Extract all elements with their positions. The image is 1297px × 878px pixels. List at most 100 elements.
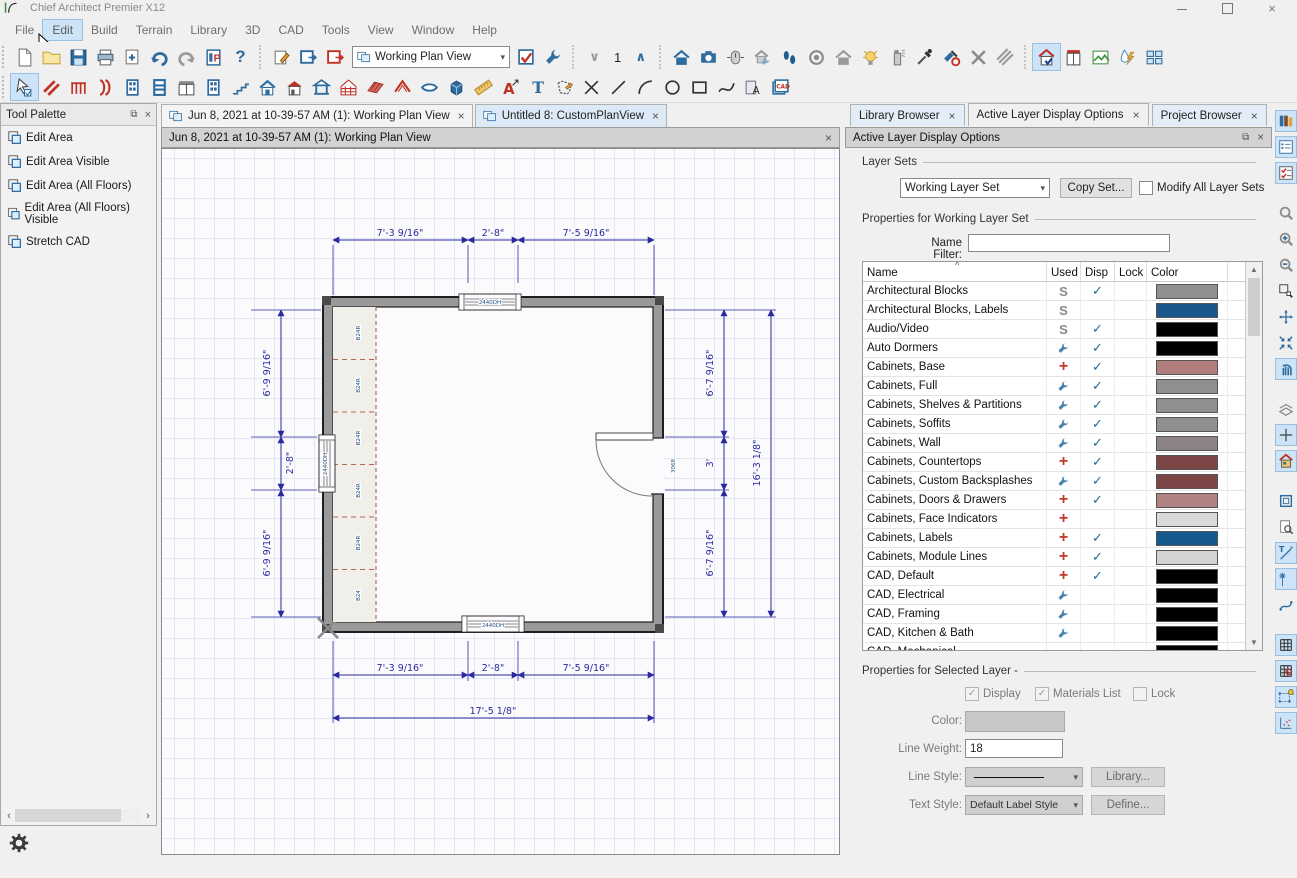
display-cell[interactable]: ✓ [1081, 472, 1115, 490]
lock-cell[interactable] [1115, 396, 1147, 414]
layer-display-options-button[interactable] [1276, 163, 1296, 183]
minimize-button[interactable] [1167, 3, 1197, 16]
plan-check-button[interactable] [1276, 517, 1296, 537]
lock-cell[interactable] [1115, 320, 1147, 338]
color-cell[interactable] [1147, 339, 1228, 357]
floor-plan[interactable]: B24R B24R B24R B24R B24R B24 2440DH 2 [162, 149, 841, 855]
tool-palette-item[interactable]: Edit Area (All Floors) Visible [1, 198, 156, 230]
tool-palette-item[interactable]: Stretch CAD [1, 230, 156, 254]
column-header-color[interactable]: Color [1147, 262, 1228, 281]
table-row[interactable]: CAD, Kitchen & Bath S + ✓ [863, 624, 1262, 643]
panel-tab[interactable]: Project Browser × [1152, 104, 1267, 126]
menu-item[interactable]: Tools [313, 20, 359, 40]
display-cell[interactable]: ✓ [1081, 605, 1115, 623]
material-painter-button[interactable] [938, 44, 965, 70]
lock-cell[interactable] [1115, 301, 1147, 319]
color-cell[interactable] [1147, 396, 1228, 414]
pan-window-button[interactable] [1276, 359, 1296, 379]
window-tools-button[interactable] [146, 74, 173, 100]
table-row[interactable]: Cabinets, Labels S + ✓ [863, 529, 1262, 548]
view-tools-button[interactable] [540, 44, 567, 70]
close-tab-icon[interactable]: × [1133, 108, 1140, 122]
display-cell[interactable]: ✓ [1081, 415, 1115, 433]
fill-window-button[interactable] [1276, 307, 1296, 327]
table-row[interactable]: CAD, Electrical S + ✓ [863, 586, 1262, 605]
zoom-in-button[interactable] [1276, 229, 1296, 249]
color-cell[interactable] [1147, 472, 1228, 490]
undo-button[interactable] [146, 44, 173, 70]
display-cell[interactable]: ✓ [1081, 643, 1115, 651]
wall-cabinet-button[interactable] [1060, 44, 1087, 70]
color-cell[interactable] [1147, 548, 1228, 566]
drawing-canvas[interactable]: B24R B24R B24R B24R B24R B24 2440DH 2 [161, 148, 840, 855]
define-button[interactable]: Define... [1091, 795, 1165, 815]
roof-tools-button[interactable] [389, 74, 416, 100]
line-weight-input[interactable]: 18 [965, 739, 1063, 758]
eyedropper-button[interactable] [911, 44, 938, 70]
terrain-view-button[interactable] [1087, 44, 1114, 70]
text-block-button[interactable] [740, 74, 767, 100]
close-tab-icon[interactable]: × [652, 109, 659, 123]
camera-view-button[interactable] [668, 44, 695, 70]
color-cell[interactable] [1147, 624, 1228, 642]
curved-wall-button[interactable] [92, 74, 119, 100]
color-cell[interactable] [1147, 415, 1228, 433]
snap-grid-button[interactable] [1276, 661, 1296, 681]
materials-list-checkbox[interactable]: ✓ [1035, 687, 1049, 701]
arc-tool-button[interactable] [632, 74, 659, 100]
table-row[interactable]: Cabinets, Custom Backsplashes S + ✓ [863, 472, 1262, 491]
door-tools-button[interactable] [119, 74, 146, 100]
table-row[interactable]: Auto Dormers S + ✓ [863, 339, 1262, 358]
close-tab-icon[interactable]: × [458, 109, 465, 123]
display-cell[interactable]: ✓ [1081, 529, 1115, 547]
close-tab-icon[interactable]: × [1251, 109, 1258, 123]
menu-item[interactable]: Help [463, 20, 506, 40]
window-left[interactable]: 2440DH [319, 435, 335, 492]
close-view-icon[interactable]: × [825, 131, 832, 145]
auto-dormer-button[interactable] [254, 74, 281, 100]
new-plan-button[interactable] [11, 44, 38, 70]
display-cell[interactable]: ✓ [1081, 491, 1115, 509]
color-cell[interactable] [1147, 434, 1228, 452]
roof-plane-button[interactable] [362, 74, 389, 100]
display-cell[interactable]: ✓ [1081, 510, 1115, 528]
display-cell[interactable]: ✓ [1081, 396, 1115, 414]
lock-checkbox[interactable] [1133, 687, 1147, 701]
gazebo-button[interactable] [308, 74, 335, 100]
color-cell[interactable] [1147, 567, 1228, 585]
name-filter-input[interactable] [968, 234, 1170, 252]
tool-palette-item[interactable]: Edit Area Visible [1, 150, 156, 174]
display-cell[interactable]: ✓ [1081, 586, 1115, 604]
table-row[interactable]: Cabinets, Doors & Drawers S + ✓ [863, 491, 1262, 510]
color-swatch[interactable] [965, 711, 1065, 732]
default-settings-gear-icon[interactable] [8, 832, 30, 854]
water-electrical-button[interactable] [1114, 44, 1141, 70]
table-row[interactable]: Cabinets, Base S + ✓ [863, 358, 1262, 377]
menu-item[interactable]: 3D [236, 20, 269, 40]
panel-tab[interactable]: Library Browser × [850, 104, 965, 126]
lock-cell[interactable] [1115, 453, 1147, 471]
blend-colors-button[interactable] [992, 44, 1019, 70]
walkthrough-button[interactable] [776, 44, 803, 70]
save-plan-button[interactable] [65, 44, 92, 70]
color-cell[interactable] [1147, 643, 1228, 651]
help-button[interactable]: ? [227, 44, 254, 70]
table-row[interactable]: Architectural Blocks, Labels S + ✓ [863, 301, 1262, 320]
tool-palette-titlebar[interactable]: Tool Palette ⧉ × [1, 104, 156, 126]
soffit-button[interactable] [416, 74, 443, 100]
sketch-tools-button[interactable] [551, 74, 578, 100]
lock-cell[interactable] [1115, 643, 1147, 651]
railing-tools-button[interactable] [65, 74, 92, 100]
floor-up-button[interactable]: ∧ [627, 44, 654, 70]
spline-tool-button[interactable] [713, 74, 740, 100]
tool-palette-item[interactable]: Edit Area (All Floors) [1, 174, 156, 198]
column-header-lock[interactable]: Lock [1115, 262, 1147, 281]
color-cell[interactable] [1147, 491, 1228, 509]
stair-tools-button[interactable] [227, 74, 254, 100]
layer-table-header[interactable]: ^ Name Used Disp Lock Color [863, 262, 1262, 282]
display-cell[interactable]: ✓ [1081, 377, 1115, 395]
cross-marker-button[interactable] [578, 74, 605, 100]
lock-cell[interactable] [1115, 548, 1147, 566]
line-style-dropdown[interactable]: ▾ [965, 767, 1083, 787]
grid-button[interactable] [1276, 635, 1296, 655]
